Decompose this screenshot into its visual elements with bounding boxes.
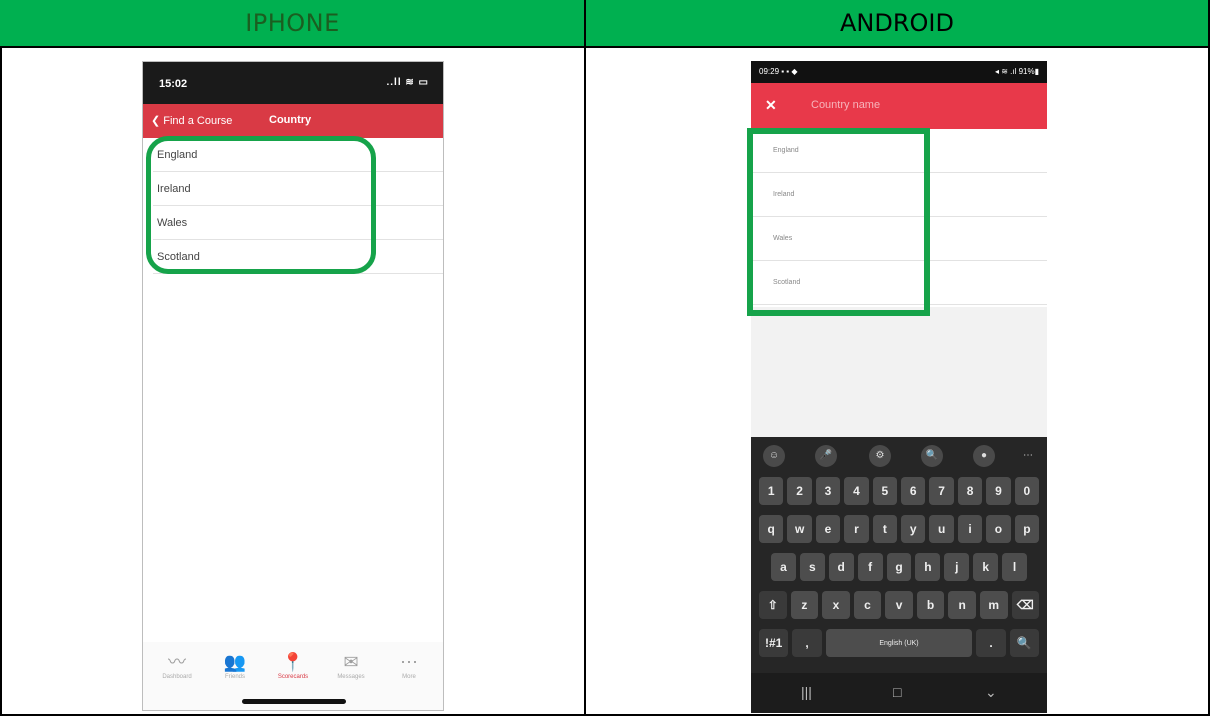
keyboard-key[interactable]: t	[872, 515, 898, 543]
keyboard-key[interactable]: r	[844, 515, 869, 543]
keyboard-key[interactable]: 2	[787, 477, 812, 505]
keyboard-toolbar: ☺ 🎤 ⚙ 🔍 ● ⋯	[751, 437, 1047, 475]
tab-label: Dashboard	[162, 674, 192, 680]
status-icons: ◂ ≋ .ıl 91%▮	[994, 67, 1039, 76]
location-pin-icon: 📍	[281, 652, 305, 672]
tab-more[interactable]: ⋯ More	[381, 650, 437, 680]
back-button[interactable]: ❮ Find a Course	[151, 114, 232, 127]
keyboard-key[interactable]: 1	[759, 477, 784, 505]
keyboard-key[interactable]: z	[790, 591, 819, 619]
home-indicator	[242, 699, 346, 704]
keyboard-key[interactable]: k	[973, 553, 999, 581]
keyboard-key[interactable]: d	[828, 553, 854, 581]
status-time: 15:02	[159, 78, 188, 90]
tab-label: Friends	[224, 674, 245, 680]
keyboard-key[interactable]: 0	[1014, 477, 1040, 505]
keyboard-key[interactable]: ⇧	[759, 591, 787, 619]
back-nav-button[interactable]: ⌄	[985, 684, 997, 701]
sticker-icon[interactable]: ●	[973, 445, 995, 467]
close-icon[interactable]: ✕	[765, 97, 777, 114]
keyboard-key[interactable]: c	[853, 591, 882, 619]
keyboard-key[interactable]: j	[944, 553, 970, 581]
tab-friends[interactable]: 👥 Friends	[207, 650, 263, 680]
microphone-icon[interactable]: 🎤	[815, 445, 837, 467]
iphone-status-bar: 15:02 ..ll ≋ ▭	[143, 62, 443, 104]
keyboard-key[interactable]: v	[885, 591, 913, 619]
keyboard-key[interactable]: u	[929, 515, 954, 543]
home-button[interactable]: □	[893, 684, 901, 700]
keyboard-row-numbers: 1234567890	[759, 477, 1040, 505]
keyboard-key[interactable]: 5	[872, 477, 898, 505]
keyboard-key[interactable]: h	[915, 553, 941, 581]
keyboard-row-space: !#1, English (UK). 🔍	[759, 629, 1039, 657]
more-icon[interactable]: ⋯	[1017, 445, 1039, 467]
android-column-header: ANDROID	[586, 0, 1208, 48]
keyboard-row-bottom: ⇧ z x c v b n m ⌫	[759, 591, 1040, 619]
tab-label: Scorecards	[277, 674, 309, 680]
android-status-bar: 09:29 ▪ ▪ ◆ ◂ ≋ .ıl 91%▮	[751, 61, 1047, 83]
highlight-box-iphone	[146, 136, 376, 274]
keyboard-key[interactable]: 4	[844, 477, 869, 505]
search-icon[interactable]: 🔍	[921, 445, 943, 467]
keyboard-key[interactable]: l	[1002, 553, 1028, 581]
tab-dashboard[interactable]: 〰 Dashboard	[149, 650, 205, 680]
keyboard-key[interactable]: b	[916, 591, 945, 619]
iphone-column-header: IPHONE	[0, 0, 585, 48]
keyboard-key[interactable]: 7	[929, 477, 954, 505]
android-nav-bar: ||| □ ⌄	[751, 673, 1047, 713]
more-icon: ⋯	[400, 652, 418, 672]
keyboard-key[interactable]: o	[986, 515, 1011, 543]
keyboard-key[interactable]: 8	[957, 477, 983, 505]
keyboard-key[interactable]: 🔍	[1009, 629, 1039, 657]
page-title: Country	[269, 114, 312, 126]
envelope-icon: ✉	[343, 652, 359, 672]
keyboard-key[interactable]: x	[822, 591, 850, 619]
keyboard-key[interactable]: n	[948, 591, 976, 619]
column-divider	[584, 0, 586, 716]
keyboard-row-top: qwertyuiop	[759, 515, 1040, 543]
keyboard-key[interactable]: ,	[792, 629, 822, 657]
settings-icon[interactable]: ⚙	[869, 445, 891, 467]
keyboard-key[interactable]: g	[886, 553, 912, 581]
recent-apps-button[interactable]: |||	[801, 684, 812, 700]
keyboard-key[interactable]: e	[815, 515, 841, 543]
keyboard-key[interactable]: 3	[815, 477, 841, 505]
keyboard-key[interactable]: y	[901, 515, 926, 543]
empty-area	[751, 307, 1047, 437]
tab-messages[interactable]: ✉ Messages	[323, 650, 379, 680]
on-screen-keyboard: ☺ 🎤 ⚙ 🔍 ● ⋯ 1234567890 qwertyuiop asdfgh…	[751, 437, 1047, 713]
keyboard-key[interactable]: ⌫	[1011, 591, 1040, 619]
status-time: 09:29 ▪ ▪ ◆	[759, 67, 798, 76]
keyboard-key[interactable]: 9	[986, 477, 1011, 505]
tab-scorecards[interactable]: 📍 Scorecards	[265, 650, 321, 680]
keyboard-key[interactable]: .	[976, 629, 1006, 657]
keyboard-key[interactable]: English (UK)	[825, 629, 973, 657]
keyboard-row-home: asdfghjkl	[771, 553, 1028, 581]
search-bar: ✕ Country name	[751, 83, 1047, 129]
friends-icon: 👥	[223, 652, 247, 672]
chart-line-icon: 〰	[168, 652, 186, 672]
keyboard-key[interactable]: 6	[901, 477, 926, 505]
tab-label: More	[402, 674, 416, 680]
keyboard-key[interactable]: p	[1014, 515, 1040, 543]
tab-label: Messages	[337, 674, 365, 680]
keyboard-key[interactable]: !#1	[759, 629, 789, 657]
emoji-icon[interactable]: ☺	[763, 445, 785, 467]
highlight-box-android	[747, 128, 930, 316]
iphone-nav-bar: ❮ Find a Course Country	[143, 104, 443, 138]
keyboard-key[interactable]: q	[759, 515, 784, 543]
status-icons: ..ll ≋ ▭	[386, 77, 429, 88]
keyboard-key[interactable]: i	[957, 515, 983, 543]
keyboard-key[interactable]: a	[771, 553, 796, 581]
keyboard-key[interactable]: f	[857, 553, 883, 581]
keyboard-key[interactable]: w	[787, 515, 812, 543]
search-input[interactable]: Country name	[811, 99, 880, 111]
keyboard-key[interactable]: s	[799, 553, 825, 581]
keyboard-key[interactable]: m	[979, 591, 1008, 619]
